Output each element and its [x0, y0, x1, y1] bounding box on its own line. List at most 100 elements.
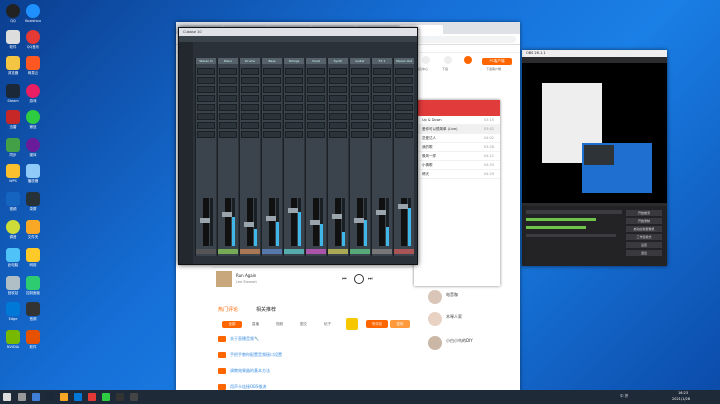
- insert-slot[interactable]: [395, 77, 413, 84]
- insert-slot[interactable]: [241, 77, 259, 84]
- virtual-camera-button[interactable]: 启动虚拟摄像机: [626, 226, 662, 232]
- insert-slot[interactable]: [197, 77, 215, 84]
- channel-strip[interactable]: Stereo In: [195, 58, 216, 256]
- studio-mode-button[interactable]: 工作室模式: [626, 234, 662, 240]
- insert-slot[interactable]: [351, 122, 369, 129]
- desktop-icon[interactable]: NVIDIA: [2, 330, 24, 349]
- desktop-icon[interactable]: Kuaishou: [22, 4, 44, 23]
- user-name[interactable]: 小白小鸟的DIY: [446, 338, 473, 344]
- desktop-icon[interactable]: 媒体: [22, 138, 44, 157]
- channel-fader[interactable]: [200, 198, 212, 246]
- obs-window[interactable]: OBS 26.1.1 开始推流 开始录制 启动虚拟摄像机 工作室模式 设置 退出: [522, 50, 667, 266]
- insert-slot[interactable]: [241, 86, 259, 93]
- insert-slot[interactable]: [285, 68, 303, 75]
- channel-strip[interactable]: Vocal: [305, 58, 326, 256]
- tray-ime[interactable]: 中 拼: [620, 394, 628, 399]
- insert-slot[interactable]: [373, 113, 391, 120]
- insert-slot[interactable]: [285, 95, 303, 102]
- daw-mixer-window[interactable]: Cubase 10 Stereo In Piano Drums Bass Strings…: [178, 27, 418, 265]
- insert-slot[interactable]: [329, 104, 347, 111]
- comment-section-title[interactable]: 热门评论: [218, 306, 238, 313]
- insert-slot[interactable]: [395, 122, 413, 129]
- channel-strip[interactable]: Strings: [283, 58, 304, 256]
- play-icon[interactable]: [354, 274, 364, 284]
- clock-time[interactable]: 16:23: [678, 391, 688, 395]
- insert-slot[interactable]: [285, 131, 303, 138]
- channel-fader[interactable]: [222, 198, 234, 246]
- start-record-button[interactable]: 开始录制: [626, 218, 662, 224]
- filter-tab[interactable]: 直播: [252, 322, 259, 327]
- insert-slot[interactable]: [197, 113, 215, 120]
- channel-fader[interactable]: [266, 198, 278, 246]
- desktop-icon[interactable]: 软件: [2, 30, 24, 49]
- insert-slot[interactable]: [351, 68, 369, 75]
- playlist-item[interactable]: 晴天 04:29: [414, 170, 500, 179]
- insert-slot[interactable]: [263, 86, 281, 93]
- channel-strip[interactable]: Guitar: [349, 58, 370, 256]
- insert-slot[interactable]: [395, 131, 413, 138]
- desktop-icon[interactable]: 微信: [22, 110, 44, 129]
- playlist-item[interactable]: 爱你可以很简单 (Live) 03:42: [414, 125, 500, 134]
- next-icon[interactable]: ⏭: [368, 276, 374, 282]
- prev-icon[interactable]: ⏮: [342, 276, 348, 282]
- settings-button[interactable]: 设置: [626, 242, 662, 248]
- desktop-icon[interactable]: 此电脑: [2, 248, 24, 267]
- playlist-item[interactable]: 小情歌 04:33: [414, 161, 500, 170]
- taskview-icon[interactable]: [32, 393, 40, 401]
- obs-preview[interactable]: [522, 63, 667, 203]
- playlist-item[interactable]: 恋爱达人 04:02: [414, 134, 500, 143]
- desktop-icon[interactable]: 文件夹: [22, 220, 44, 239]
- desktop-icon[interactable]: 网易云: [22, 56, 44, 75]
- insert-slot[interactable]: [219, 113, 237, 120]
- channel-fader[interactable]: [376, 198, 388, 246]
- insert-slot[interactable]: [263, 122, 281, 129]
- insert-slot[interactable]: [395, 68, 413, 75]
- insert-slot[interactable]: [263, 68, 281, 75]
- insert-slot[interactable]: [241, 122, 259, 129]
- insert-slot[interactable]: [307, 77, 325, 84]
- insert-slot[interactable]: [263, 95, 281, 102]
- insert-slot[interactable]: [373, 86, 391, 93]
- insert-slot[interactable]: [197, 122, 215, 129]
- desktop-icon[interactable]: 软件: [22, 330, 44, 349]
- desktop-icon[interactable]: WPS: [2, 164, 24, 183]
- insert-slot[interactable]: [241, 113, 259, 120]
- desktop-icon[interactable]: 迅雷: [2, 110, 24, 129]
- insert-slot[interactable]: [197, 131, 215, 138]
- avatar[interactable]: [428, 312, 442, 326]
- channel-strip[interactable]: Piano: [217, 58, 238, 256]
- search-icon[interactable]: [18, 393, 26, 401]
- user-name[interactable]: 电音咖: [446, 292, 458, 298]
- avatar[interactable]: [428, 336, 442, 350]
- insert-slot[interactable]: [285, 86, 303, 93]
- insert-slot[interactable]: [263, 131, 281, 138]
- channel-strip[interactable]: Stereo Out: [393, 58, 414, 256]
- insert-slot[interactable]: [307, 68, 325, 75]
- recommended-link[interactable]: 关于直播音频🔧: [230, 336, 259, 342]
- insert-slot[interactable]: [263, 77, 281, 84]
- filter-tab[interactable]: 视频: [276, 322, 283, 327]
- desktop-icon[interactable]: 浏览器: [2, 56, 24, 75]
- desktop-icon[interactable]: 回收站: [2, 276, 24, 295]
- insert-slot[interactable]: [373, 68, 391, 75]
- desktop-icon[interactable]: 同步: [2, 138, 24, 157]
- insert-slot[interactable]: [329, 68, 347, 75]
- insert-slot[interactable]: [351, 77, 369, 84]
- playlist-item[interactable]: 我的歌 03:28: [414, 143, 500, 152]
- channel-strip[interactable]: Synth: [327, 58, 348, 256]
- channel-strip[interactable]: Drums: [239, 58, 260, 256]
- recommended-link[interactable]: 手把手教你配置音频接口设置: [230, 352, 282, 358]
- steam-icon[interactable]: [46, 393, 54, 401]
- insert-slot[interactable]: [241, 68, 259, 75]
- insert-slot[interactable]: [307, 122, 325, 129]
- filter-tab[interactable]: 图文: [300, 322, 307, 327]
- desktop-icon[interactable]: 调音: [2, 220, 24, 239]
- insert-slot[interactable]: [307, 104, 325, 111]
- write-comment-button[interactable]: 写评论: [366, 320, 388, 328]
- app-icon[interactable]: [116, 393, 124, 401]
- clock-date[interactable]: 2021/1/26: [672, 397, 690, 401]
- insert-slot[interactable]: [197, 86, 215, 93]
- insert-slot[interactable]: [329, 131, 347, 138]
- recommended-link[interactable]: 调教效果器的基本方法: [230, 368, 270, 374]
- insert-slot[interactable]: [285, 77, 303, 84]
